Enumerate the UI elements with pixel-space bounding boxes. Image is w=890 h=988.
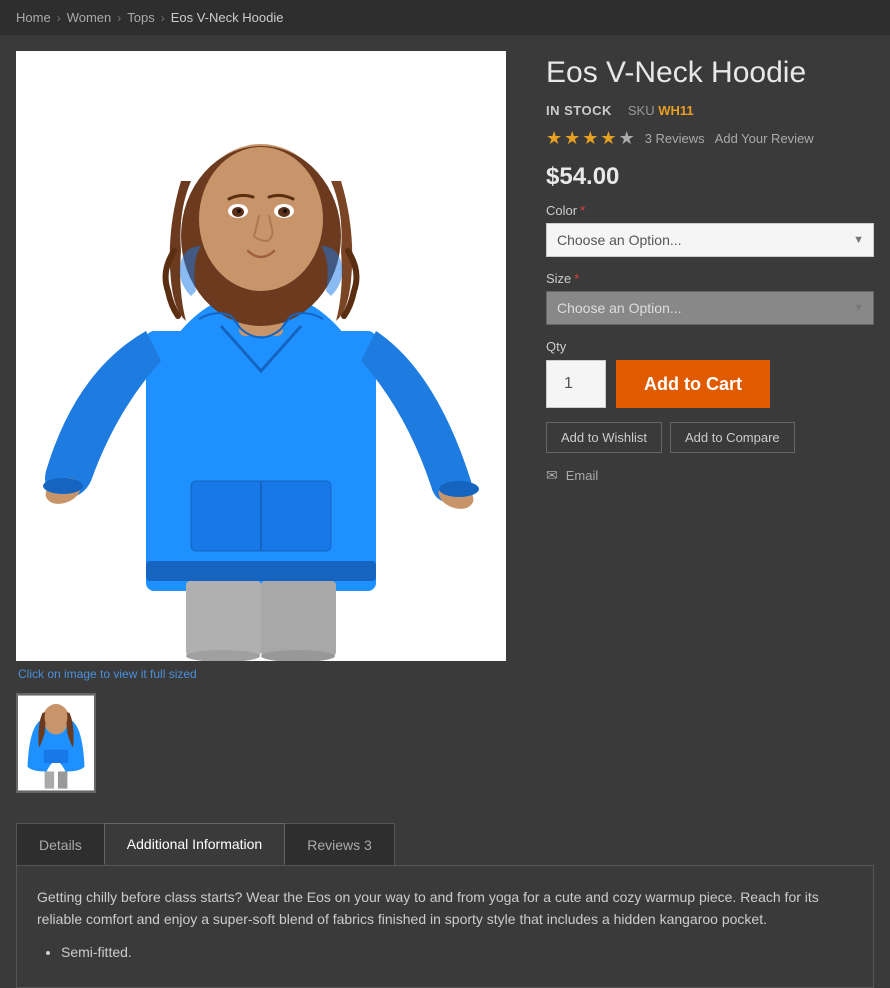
tab-description-text: Getting chilly before class starts? Wear… (37, 886, 853, 931)
product-image-area: Click on image to view it full sized (16, 51, 526, 793)
sku-label: SKU (628, 103, 655, 118)
qty-input[interactable] (546, 360, 606, 408)
email-icon: ✉ (546, 467, 558, 484)
email-row[interactable]: ✉ Email (546, 467, 874, 484)
action-links-row: Add to Wishlist Add to Compare (546, 422, 874, 453)
sku-value: WH11 (658, 103, 693, 118)
star-5: ★ (619, 128, 635, 149)
size-option-group: Size* Choose an Option... (546, 271, 874, 325)
add-review-link[interactable]: Add Your Review (715, 131, 814, 146)
tabs-header: Details Additional Information Reviews 3 (16, 823, 874, 865)
breadcrumb-sep-1: › (57, 11, 61, 25)
breadcrumb-tops[interactable]: Tops (127, 10, 154, 25)
main-product-image[interactable] (16, 51, 506, 661)
reviews-count: 3 Reviews (645, 131, 705, 146)
size-select[interactable]: Choose an Option... (546, 291, 874, 325)
qty-section: Qty Add to Cart (546, 339, 874, 408)
color-select-wrapper: Choose an Option... (546, 223, 874, 257)
color-label: Color* (546, 203, 874, 218)
tabs-container: Details Additional Information Reviews 3… (16, 823, 874, 988)
qty-cart-row: Add to Cart (546, 360, 874, 408)
star-2: ★ (564, 128, 580, 149)
breadcrumb-women[interactable]: Women (67, 10, 112, 25)
add-to-cart-button[interactable]: Add to Cart (616, 360, 770, 408)
color-required: * (580, 203, 585, 218)
tab-content: Getting chilly before class starts? Wear… (16, 865, 874, 988)
breadcrumb-current: Eos V-Neck Hoodie (171, 10, 284, 25)
size-required: * (574, 271, 579, 286)
add-to-compare-button[interactable]: Add to Compare (670, 422, 795, 453)
color-option-group: Color* Choose an Option... (546, 203, 874, 257)
product-image-svg (16, 51, 506, 661)
breadcrumb-home[interactable]: Home (16, 10, 51, 25)
thumbnail-row (16, 693, 526, 793)
color-select[interactable]: Choose an Option... (546, 223, 874, 257)
tab-bullets: Semi-fitted. (37, 941, 853, 963)
tab-additional-information[interactable]: Additional Information (104, 823, 285, 865)
email-label: Email (566, 468, 599, 483)
tab-bullet-1: Semi-fitted. (61, 941, 853, 963)
add-to-wishlist-button[interactable]: Add to Wishlist (546, 422, 662, 453)
product-container: Click on image to view it full sized (0, 35, 890, 793)
breadcrumb-sep-3: › (161, 11, 165, 25)
rating-row: ★ ★ ★ ★ ★ 3 Reviews Add Your Review (546, 128, 874, 149)
product-title: Eos V-Neck Hoodie (546, 55, 874, 91)
star-1: ★ (546, 128, 562, 149)
tab-reviews[interactable]: Reviews 3 (284, 823, 395, 865)
qty-label: Qty (546, 339, 874, 354)
thumbnail-1[interactable] (16, 693, 96, 793)
product-info: Eos V-Neck Hoodie IN STOCK SKU WH11 ★ ★ … (526, 51, 874, 793)
click-image-note: Click on image to view it full sized (16, 667, 526, 681)
size-select-wrapper: Choose an Option... (546, 291, 874, 325)
stock-status: IN STOCK (546, 103, 612, 118)
product-price: $54.00 (546, 163, 874, 191)
breadcrumb-sep-2: › (117, 11, 121, 25)
size-label: Size* (546, 271, 874, 286)
breadcrumb: Home › Women › Tops › Eos V-Neck Hoodie (0, 0, 890, 35)
sku-container: SKU WH11 (628, 103, 694, 118)
stock-sku-row: IN STOCK SKU WH11 (546, 103, 874, 118)
tab-details[interactable]: Details (16, 823, 105, 865)
star-4: ★ (600, 128, 616, 149)
star-3: ★ (582, 128, 598, 149)
star-rating: ★ ★ ★ ★ ★ (546, 128, 635, 149)
